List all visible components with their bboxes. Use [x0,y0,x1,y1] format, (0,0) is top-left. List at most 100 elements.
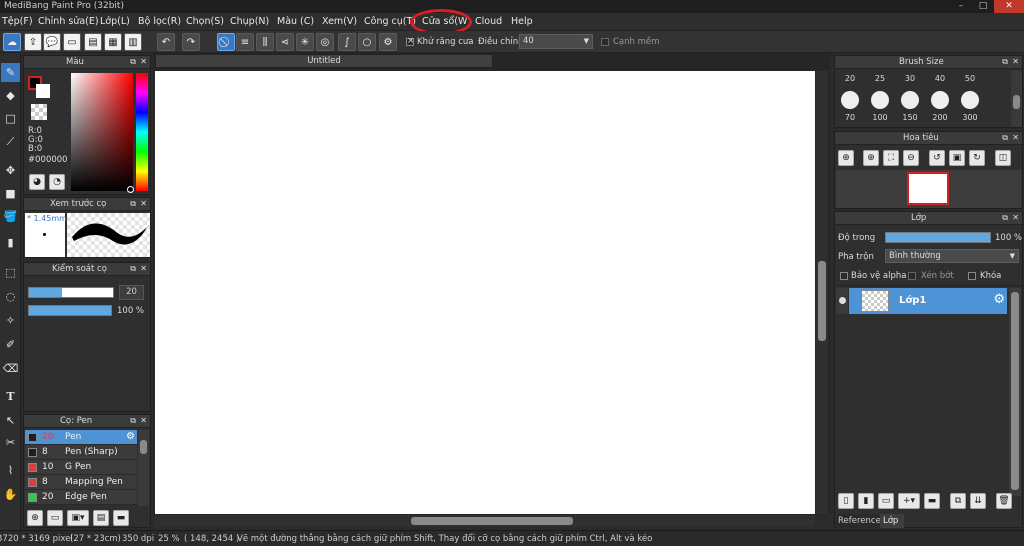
new-8bit-layer-icon[interactable]: ▭ [878,493,894,509]
close-icon[interactable]: ✕ [140,416,147,425]
brush-size-input[interactable]: 20 [119,285,144,300]
merge-layer-icon[interactable]: ⇊ [970,493,986,509]
lasso-tool-icon[interactable]: ◌ [1,287,20,306]
flip-icon[interactable]: ◫ [995,150,1011,166]
brush-opacity-slider[interactable] [28,305,112,316]
brush-size-option[interactable]: 300 [957,113,983,122]
undock-icon[interactable]: ⧉ [130,199,136,209]
brush-size-option[interactable]: 70 [837,113,863,122]
undock-icon[interactable]: ⧉ [1002,57,1008,67]
operation-tool-icon[interactable]: ↖ [1,411,20,430]
folder-icon[interactable]: ▬ [113,510,129,526]
snap-parallel-icon[interactable]: ≡ [236,33,254,51]
brush-size-dot[interactable] [841,91,859,109]
snap-curve-icon[interactable]: ∫ [338,33,356,51]
maximize-button[interactable]: □ [972,0,994,13]
fit-screen-icon[interactable]: ⛶ [883,150,899,166]
brush-tool-icon[interactable]: ✎ [1,63,20,82]
eyedropper-tool-icon[interactable]: ⌇ [1,461,20,480]
undo-icon[interactable]: ↶ [157,33,175,51]
brush-item-mapping-pen[interactable]: 8 Mapping Pen [25,475,137,490]
brush-list-scrollbar[interactable] [138,430,149,506]
layer-opacity-slider[interactable] [885,232,991,243]
fill-rect-tool-icon[interactable]: ■ [1,184,20,203]
transparent-color-swatch[interactable] [31,104,47,120]
navigator-viewport[interactable] [907,172,949,205]
brush-item-edge-pen[interactable]: 20 Edge Pen [25,490,137,505]
brush-item-pen-sharp[interactable]: 8 Pen (Sharp) [25,445,137,460]
protect-alpha-checkbox[interactable] [840,272,848,280]
brush-menu-icon[interactable]: ▣▾ [67,510,89,526]
divide-tool-icon[interactable]: ✂ [1,433,20,452]
menu-snap[interactable]: Chụp(N) [230,16,269,27]
canvas-vscroll-thumb[interactable] [818,261,826,341]
brush-size-dot[interactable] [901,91,919,109]
close-icon[interactable]: ✕ [1012,57,1019,66]
brush-size-option[interactable]: 40 [927,74,953,83]
brush-size-option[interactable]: 50 [957,74,983,83]
menu-view[interactable]: Xem(V) [322,16,357,27]
reset-view-icon[interactable]: ▣ [949,150,965,166]
duplicate-layer-icon[interactable]: ⧉ [950,493,966,509]
brush-size-option[interactable]: 100 [867,113,893,122]
close-icon[interactable]: ✕ [140,199,147,208]
menu-edit[interactable]: Chỉnh sửa(E) [38,16,99,27]
rotate-right-icon[interactable]: ↻ [969,150,985,166]
layer-list-scrollbar[interactable] [1009,288,1021,496]
layout-icon[interactable]: ▥ [124,33,142,51]
new-layer-icon[interactable]: ▯ [838,493,854,509]
snap-off-icon[interactable]: ⃠ [217,33,235,51]
gear-icon[interactable]: ⚙ [126,431,135,442]
close-icon[interactable]: ✕ [1012,133,1019,142]
zoom-in-icon[interactable]: ⊕ [838,150,854,166]
drawing-canvas[interactable] [155,71,815,514]
menu-layer[interactable]: Lớp(L) [100,16,130,27]
hand-tool-icon[interactable]: ✋ [1,485,20,504]
brush-size-option[interactable]: 20 [837,74,863,83]
canvas-horizontal-scrollbar[interactable] [155,515,815,527]
add-layer-menu-icon[interactable]: +▾ [898,493,920,509]
close-button[interactable]: ✕ [994,0,1024,13]
brush-size-option[interactable]: 150 [897,113,923,122]
text-tool-icon[interactable]: T [1,387,20,406]
brush-item-pen[interactable]: 20 Pen ⚙ [25,430,137,445]
undock-icon[interactable]: ⧉ [130,57,136,67]
zoom-in-small-icon[interactable]: ⊕ [863,150,879,166]
rectangle-tool-icon[interactable]: □ [1,109,20,128]
comment-icon[interactable]: 💬 [43,33,61,51]
undock-icon[interactable]: ⧉ [1002,213,1008,223]
hue-slider[interactable] [136,73,148,191]
gradient-tool-icon[interactable]: ▮ [1,233,20,252]
new-halftone-layer-icon[interactable]: ▮ [858,493,874,509]
rotate-left-icon[interactable]: ↺ [929,150,945,166]
canvas-vertical-scrollbar[interactable] [816,71,828,514]
lock-checkbox[interactable] [968,272,976,280]
brush-size-dot[interactable] [931,91,949,109]
brush-settings-icon[interactable]: ▤ [93,510,109,526]
close-icon[interactable]: ✕ [1012,213,1019,222]
background-color-swatch[interactable] [36,84,50,98]
palette-icon[interactable]: ◕ [29,174,45,190]
export-icon[interactable]: ⇪ [24,33,42,51]
color-history-icon[interactable]: ◔ [49,174,65,190]
snap-perspective-icon[interactable]: ⋖ [276,33,294,51]
undock-icon[interactable]: ⧉ [1002,133,1008,143]
saturation-value-picker[interactable] [71,73,133,191]
blend-mode-select[interactable]: Bình thường ▼ [885,249,1019,263]
bucket-tool-icon[interactable]: 🪣 [1,207,20,226]
menu-color[interactable]: Màu (C) [277,16,314,27]
brush-size-option[interactable]: 30 [897,74,923,83]
snap-settings-icon[interactable]: ⚙ [379,33,397,51]
scroll-thumb[interactable] [1013,95,1020,109]
brush-size-dot[interactable] [961,91,979,109]
grid-page-icon[interactable]: ▦ [104,33,122,51]
select-pen-tool-icon[interactable]: ✐ [1,335,20,354]
antialias-checkbox[interactable] [406,36,415,46]
undock-icon[interactable]: ⧉ [130,264,136,274]
eye-icon[interactable] [839,297,846,304]
canvas-hscroll-thumb[interactable] [411,517,573,525]
page-icon[interactable]: ▤ [84,33,102,51]
layer-folder-icon[interactable]: ▬ [924,493,940,509]
navigator-preview[interactable] [836,170,1021,208]
tab-reference[interactable]: Reference [836,514,881,528]
